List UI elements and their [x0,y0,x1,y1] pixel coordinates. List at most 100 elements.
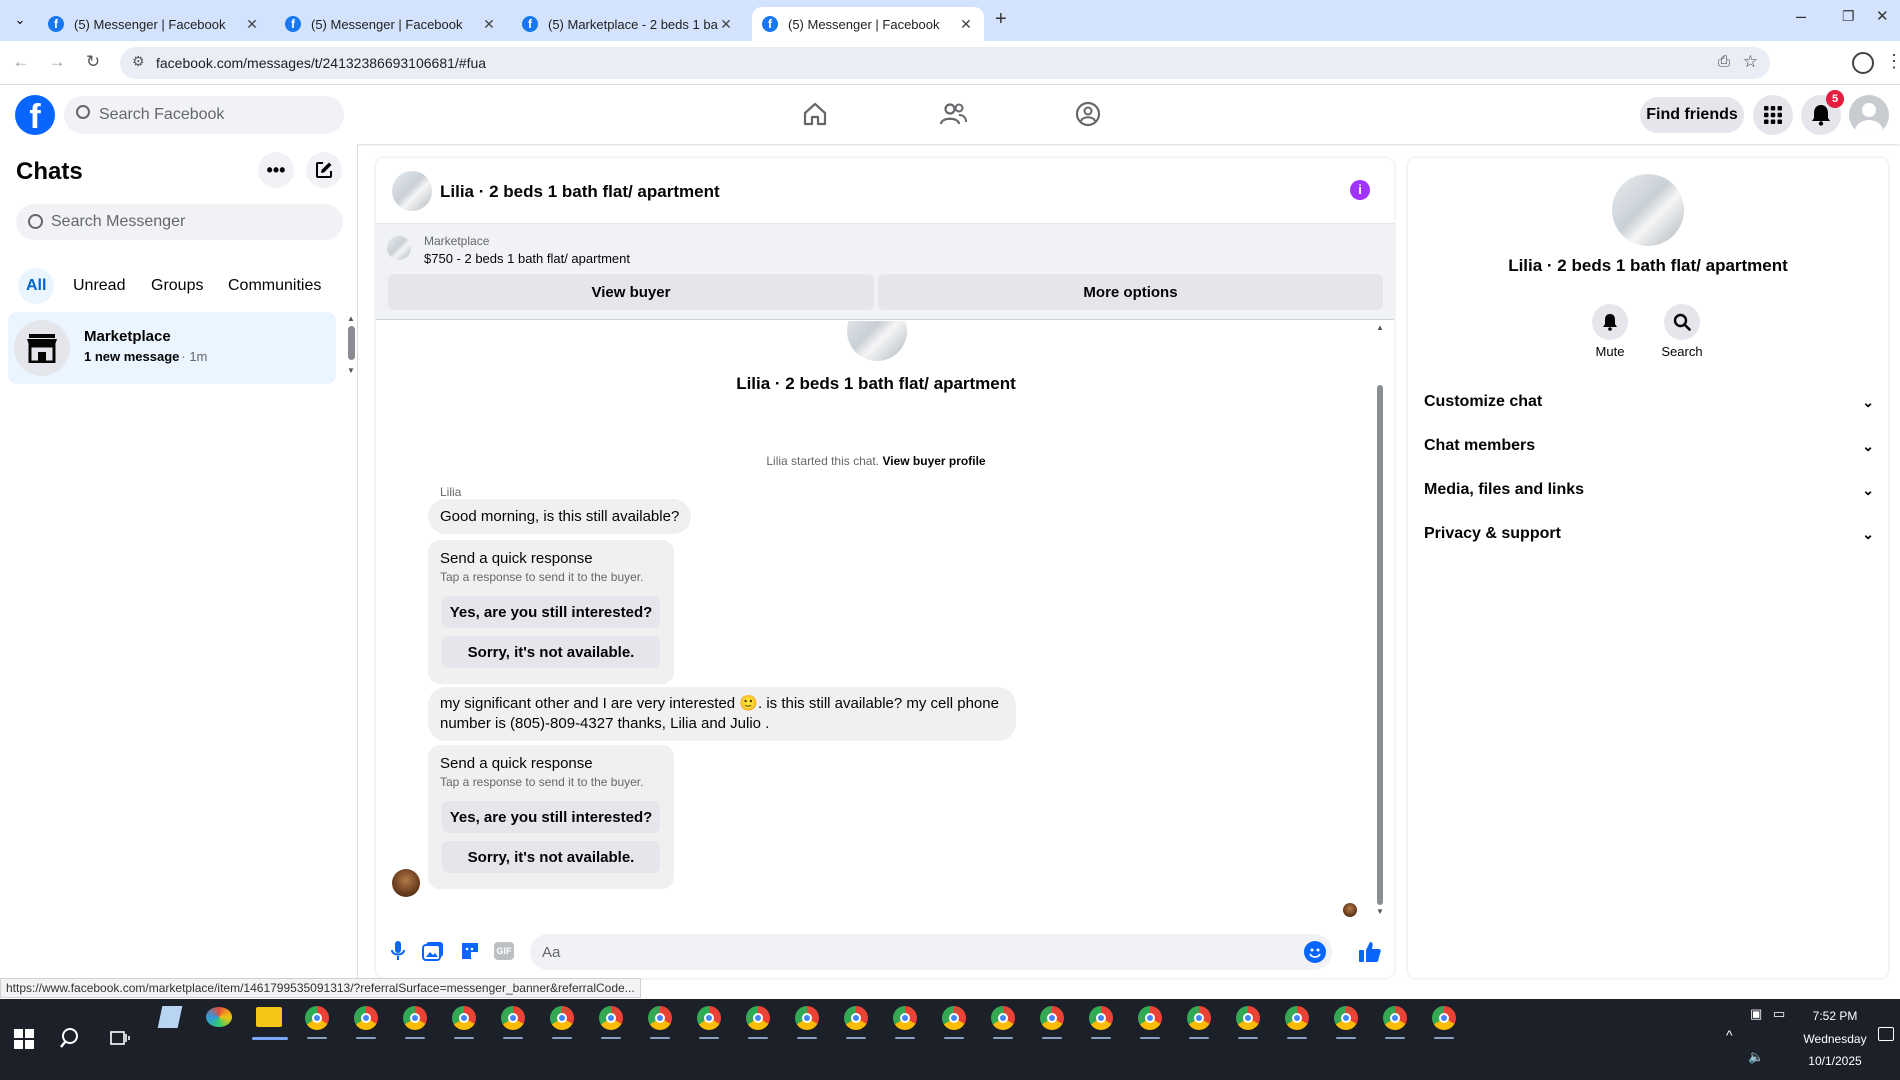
new-tab-plus-icon[interactable]: + [995,8,1007,31]
chrome-app-icon[interactable] [1138,1006,1162,1030]
chrome-app-icon[interactable] [501,1006,525,1030]
browser-tab[interactable]: f (5) Messenger | Facebook ✕ [275,7,507,41]
filter-groups[interactable]: Groups [143,268,211,304]
site-info-icon[interactable]: ⚙ [132,53,145,70]
filter-all[interactable]: All [18,268,55,304]
notes-app-icon[interactable] [157,1006,183,1028]
message-bubble[interactable]: Good morning, is this still available? [428,499,692,534]
close-tab-icon[interactable]: ✕ [244,16,260,33]
search-conversation-button[interactable] [1664,304,1700,340]
chrome-app-icon[interactable] [746,1006,770,1030]
back-arrow-icon[interactable]: ← [10,52,32,72]
chrome-app-icon[interactable] [550,1006,574,1030]
chrome-app-icon[interactable] [844,1006,868,1030]
chrome-app-icon[interactable] [991,1006,1015,1030]
meet-now-icon[interactable]: ▣ [1750,1006,1762,1022]
close-tab-icon[interactable]: ✕ [481,16,497,33]
file-explorer-icon[interactable] [256,1007,282,1027]
chat-options-button[interactable]: ••• [258,152,294,188]
gif-icon[interactable]: GIF [494,942,514,960]
chrome-app-icon[interactable] [1334,1006,1358,1030]
sidebar-scrollbar[interactable]: ▲ ▼ [347,314,355,376]
minimize-window-icon[interactable]: – [1796,6,1806,27]
chrome-app-icon[interactable] [452,1006,476,1030]
volume-icon[interactable]: 🔈 [1748,1049,1764,1065]
account-avatar[interactable] [1849,95,1889,135]
clock-time[interactable]: 7:52 PM [1795,1009,1875,1023]
more-options-button[interactable]: More options [878,274,1383,310]
tray-chevron-icon[interactable]: ^ [1726,1027,1733,1043]
chrome-app-icon[interactable] [1089,1006,1113,1030]
listing-summary[interactable]: $750 - 2 beds 1 bath flat/ apartment [424,251,630,266]
filter-unread[interactable]: Unread [65,268,133,304]
quick-reply-yes-button[interactable]: Yes, are you still interested? [442,596,660,628]
address-bar[interactable]: ⚙ facebook.com/messages/t/24132386693106… [120,47,1770,79]
start-windows-icon[interactable] [14,1029,34,1049]
message-scrollbar[interactable]: ▲ ▼ [1375,323,1385,917]
filter-communities[interactable]: Communities [220,268,329,304]
chrome-app-icon[interactable] [1383,1006,1407,1030]
message-input[interactable]: Aa [530,934,1332,970]
search-icon[interactable] [60,1027,82,1049]
notification-center-icon[interactable] [1878,1027,1894,1041]
chrome-app-icon[interactable] [1285,1006,1309,1030]
chat-members-section[interactable]: Chat members ⌄ [1424,424,1874,468]
chrome-app-icon[interactable] [697,1006,721,1030]
network-icon[interactable]: ▭ [1773,1006,1785,1022]
chrome-app-icon[interactable] [648,1006,672,1030]
quick-reply-sorry-button[interactable]: Sorry, it's not available. [442,636,660,668]
browser-menu-icon[interactable]: ⋮ [1885,51,1900,72]
profile-icon[interactable] [1852,52,1874,74]
sticker-icon[interactable] [460,941,480,961]
bookmark-star-icon[interactable]: ☆ [1743,52,1758,72]
details-avatar[interactable] [1612,174,1684,246]
paint-app-icon[interactable] [206,1007,232,1027]
customize-chat-section[interactable]: Customize chat ⌄ [1424,380,1874,424]
chrome-app-icon[interactable] [1040,1006,1064,1030]
chrome-app-icon[interactable] [305,1006,329,1030]
info-button[interactable]: i [1350,180,1370,200]
task-view-icon[interactable] [110,1029,130,1047]
thumbs-up-icon[interactable] [1358,940,1382,964]
privacy-support-section[interactable]: Privacy & support ⌄ [1424,512,1874,556]
facebook-search-input[interactable]: Search Facebook [64,96,344,134]
chrome-app-icon[interactable] [942,1006,966,1030]
chrome-app-icon[interactable] [795,1006,819,1030]
chrome-app-icon[interactable] [1432,1006,1456,1030]
forward-arrow-icon[interactable]: → [46,52,68,72]
clock-day[interactable]: Wednesday [1795,1032,1875,1046]
messenger-search-input[interactable]: Search Messenger [16,204,343,240]
contact-avatar[interactable] [392,171,432,211]
clock-date[interactable]: 10/1/2025 [1795,1054,1875,1068]
browser-tab[interactable]: f (5) Messenger | Facebook ✕ [38,7,270,41]
chrome-app-icon[interactable] [893,1006,917,1030]
media-files-links-section[interactable]: Media, files and links ⌄ [1424,468,1874,512]
close-window-icon[interactable]: ✕ [1876,7,1889,25]
view-buyer-profile-link[interactable]: View buyer profile [882,454,985,468]
message-bubble[interactable]: my significant other and I are very inte… [428,687,1016,741]
listing-thumbnail[interactable] [387,236,411,260]
emoji-icon[interactable] [1304,941,1326,963]
find-friends-button[interactable]: Find friends [1640,97,1744,133]
facebook-logo-icon[interactable]: f [15,95,55,135]
friends-nav-icon[interactable] [939,101,967,127]
mute-button[interactable] [1592,304,1628,340]
browser-tab-active[interactable]: f (5) Messenger | Facebook ✕ [752,7,984,41]
chrome-app-icon[interactable] [354,1006,378,1030]
reload-icon[interactable]: ↻ [82,52,104,72]
voice-clip-icon[interactable] [388,940,408,962]
home-nav-icon[interactable] [802,101,828,127]
close-tab-icon[interactable]: ✕ [958,16,974,33]
view-buyer-button[interactable]: View buyer [388,274,874,310]
browser-tab[interactable]: f (5) Marketplace - 2 beds 1 bath ✕ [512,7,744,41]
quick-reply-sorry-button[interactable]: Sorry, it's not available. [442,841,660,873]
chrome-app-icon[interactable] [1187,1006,1211,1030]
chrome-app-icon[interactable] [403,1006,427,1030]
install-app-icon[interactable]: ⎙ [1718,53,1730,70]
conversation-title[interactable]: Lilia · 2 beds 1 bath flat/ apartment [440,182,720,202]
menu-grid-button[interactable] [1753,95,1793,135]
new-message-button[interactable] [306,152,342,188]
chrome-app-icon[interactable] [599,1006,623,1030]
photo-attach-icon[interactable] [422,941,444,961]
quick-reply-yes-button[interactable]: Yes, are you still interested? [442,801,660,833]
